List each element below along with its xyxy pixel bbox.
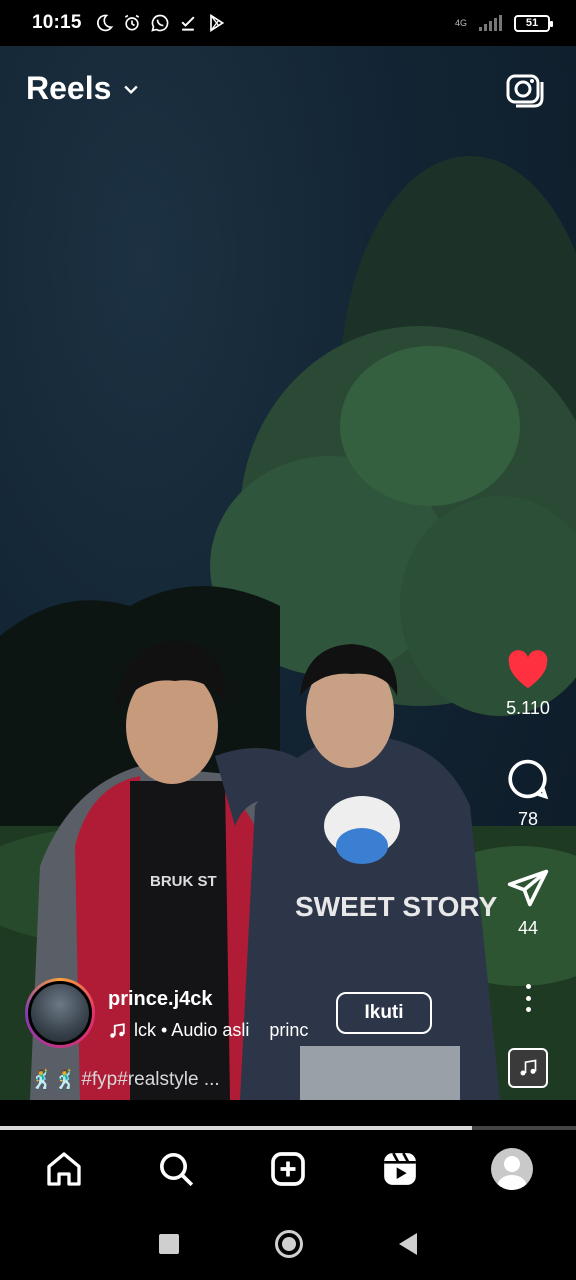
status-bar: 10:15 4G 51 [0,0,576,46]
owner-avatar[interactable] [25,978,95,1048]
signal-icon [479,15,502,31]
search-icon [160,1153,194,1187]
create-icon [271,1152,305,1186]
profile-avatar [491,1148,533,1190]
comment-count: 78 [517,809,539,829]
recents-button[interactable] [159,1234,179,1254]
reels-icon [384,1152,416,1185]
video-scene: BRUK ST SWEET STORY [0,156,576,1100]
like-button[interactable]: 5.110 [475,648,576,719]
svg-text:SWEET STORY: SWEET STORY [295,891,498,922]
svg-text:BRUK ST: BRUK ST [150,873,217,890]
share-count: 44 [517,918,539,938]
reels-header[interactable]: Reels [26,70,141,107]
audio-info[interactable]: lck • Audio asli princ [108,1020,308,1041]
page-title: Reels [26,70,112,106]
audio-thumbnail[interactable] [508,1048,548,1088]
alarm-icon [124,14,139,31]
nav-profile[interactable] [482,1139,542,1199]
back-button[interactable] [399,1233,417,1255]
nav-reels[interactable] [370,1139,430,1199]
comment-button[interactable]: 78 [475,757,576,830]
audio-title-continued: princ [269,1020,309,1040]
like-count: 5.110 [506,698,550,718]
nav-search[interactable] [146,1139,206,1199]
camera-icon [506,74,544,108]
chevron-down-icon[interactable] [121,79,141,99]
share-button[interactable]: 44 [475,866,576,939]
comment-icon [508,759,549,800]
caption-text: #fyp#realstyle ... [81,1069,220,1090]
more-dot [525,995,531,1001]
caption[interactable]: 🕺🕺 #fyp#realstyle ... [30,1068,220,1092]
reel-video[interactable]: BRUK ST SWEET STORY [0,46,576,1100]
bottom-nav [0,1130,576,1208]
status-time: 10:15 [32,12,82,33]
battery-level: 51 [525,17,539,29]
whatsapp-icon [150,14,168,32]
music-note-icon [110,1022,125,1038]
send-icon [507,869,549,907]
owner-username[interactable]: prince.j4ck [108,988,213,1011]
nav-create[interactable] [258,1139,318,1199]
caption-emoji: 🕺🕺 [30,1070,78,1091]
home-button[interactable] [275,1230,303,1258]
audio-title: lck • Audio asli [134,1020,250,1040]
network-type: 4G [454,17,467,28]
more-dot [525,1007,531,1012]
status-right: 4G 51 [454,14,553,32]
battery-icon: 51 [514,14,553,32]
avatar [28,981,92,1045]
follow-button[interactable]: Ikuti [336,992,432,1034]
music-note-icon [520,1059,537,1076]
home-icon [47,1152,81,1186]
download-done-icon [181,16,195,31]
more-dot [525,984,531,989]
more-options-button[interactable] [513,980,543,1016]
moon-icon [96,14,113,32]
heart-icon [508,650,548,689]
nav-home[interactable] [34,1139,94,1199]
play-store-icon [209,13,224,33]
system-nav [0,1208,576,1280]
camera-button[interactable] [504,68,546,110]
status-icons [94,13,226,33]
